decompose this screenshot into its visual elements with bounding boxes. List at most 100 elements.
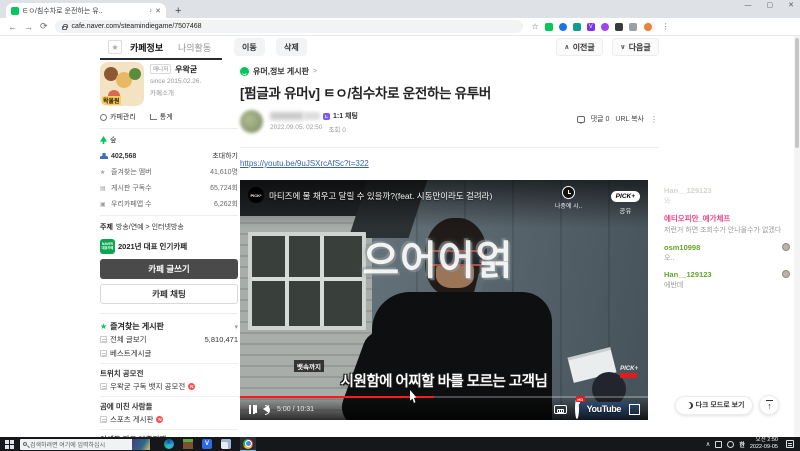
scroll-to-top-button[interactable]: ↑ <box>759 395 780 415</box>
share-button[interactable]: PICK+ 공유 <box>610 185 640 215</box>
site-security-icon[interactable] <box>61 23 69 30</box>
post-board-link[interactable]: 유머,정보 게시판 <box>253 66 309 77</box>
korean-ime-indicator[interactable]: 한 <box>739 440 745 449</box>
post-views: 조회 0 <box>328 127 346 134</box>
search-icon <box>23 442 27 446</box>
moon-icon <box>684 402 691 409</box>
tab-close-icon[interactable]: ✕ <box>155 7 161 15</box>
cafe-sidebar: 왁물원 매니저 우왁굳 since 2015.02.26. 카페소개 카페관리 … <box>100 62 238 451</box>
window-minimize-button[interactable]: — <box>745 2 752 9</box>
cafe-write-button[interactable]: 카페 글쓰기 <box>100 259 238 279</box>
member-level-icon: L <box>323 112 330 120</box>
volume-icon[interactable] <box>253 405 270 415</box>
author-name-blurred[interactable] <box>270 112 304 120</box>
one-to-one-chat-button[interactable]: 1:1 채팅 <box>333 111 358 121</box>
sidebar-board-sports[interactable]: 스포츠 게시판 N <box>100 413 238 426</box>
minecraft-app-icon[interactable] <box>183 439 193 449</box>
url-copy-button[interactable]: URL 복사 <box>615 114 644 124</box>
sidebar-board-bear-people[interactable]: 곰에 미친 사람들 <box>100 396 238 412</box>
edge-app-icon[interactable] <box>164 439 174 449</box>
tab-cafe-info[interactable]: 카페정보 <box>130 41 163 54</box>
hidden-icons-caret[interactable]: ∧ <box>706 440 711 448</box>
browser-menu-icon[interactable]: ⋮ <box>662 22 670 31</box>
cafe-favorite-star-button[interactable]: ★ <box>108 40 122 54</box>
cafe-logo-text: 왁물원 <box>102 96 121 105</box>
favorite-boards-header[interactable]: ★ 즐겨찾는 게시판 ▾ <box>100 313 238 332</box>
v-app-icon[interactable]: V <box>202 439 212 449</box>
move-post-button[interactable]: 이동 <box>234 38 265 56</box>
youtube-link[interactable]: https://youtu.be/9uJSXrcAfSc?t=322 <box>240 159 369 168</box>
document-app-icon[interactable] <box>221 439 231 449</box>
author-avatar[interactable] <box>240 110 263 133</box>
forward-button[interactable]: → <box>24 22 33 32</box>
extension-icon-purple[interactable] <box>600 22 609 31</box>
topic-path[interactable]: 방송/연예 > 인터넷방송 <box>116 222 184 232</box>
extension-icon-naver[interactable] <box>544 22 553 31</box>
tab-my-activity[interactable]: 나의활동 <box>178 41 211 54</box>
chrome-icon <box>243 438 253 449</box>
scrollbar-thumb[interactable] <box>795 38 799 148</box>
dark-mode-button[interactable]: 다크 모드로 보기 <box>674 395 754 415</box>
new-tab-button[interactable]: + <box>175 4 181 18</box>
cafe-manage-link[interactable]: 카페관리 <box>110 112 136 122</box>
chrome-app-active[interactable] <box>240 437 256 451</box>
members-icon <box>100 153 108 159</box>
url-input[interactable]: cafe.naver.com/steamindiegame/7507468 <box>54 20 523 33</box>
next-post-button[interactable]: ∨ 다음글 <box>612 38 659 56</box>
sidebar-board-all-posts[interactable]: 전체 글보기 5,810,471 <box>100 333 238 346</box>
comment-count[interactable]: 댓글 0 <box>591 114 610 124</box>
manager-name[interactable]: 우왁굳 <box>175 65 197 74</box>
bookmark-star-icon[interactable]: ☆ <box>532 22 539 31</box>
pick-channel-logo[interactable]: PICK* <box>248 187 264 203</box>
cafe-logo-image[interactable]: 왁물원 <box>100 62 144 106</box>
video-controls: 5:00 / 10:31 HD YouTube <box>240 396 648 420</box>
reload-button[interactable]: ⟳ <box>40 21 48 32</box>
window-maximize-button[interactable]: ▢ <box>767 1 774 9</box>
board-icon <box>100 383 107 390</box>
caret-down-icon[interactable]: ▾ <box>234 323 238 331</box>
tray-icon-2[interactable] <box>727 440 735 448</box>
youtube-player[interactable]: 으어어얽 PICK* 마티즈에 물 채우고 달릴 수 있을까?(feat. 시동… <box>240 180 648 420</box>
browser-tab[interactable]: ㅌㅇ/침수차로 운전하는 유.. ♪ ✕ <box>6 3 166 18</box>
taskbar-search-input[interactable]: 검색하려면 여기에 입력하십시 <box>20 438 150 450</box>
divider <box>100 215 238 216</box>
nav-underline <box>100 58 222 60</box>
board-subscribe-icon: ▤ <box>100 185 106 192</box>
new-badge: N <box>156 416 164 423</box>
invite-link[interactable]: 초대하기 <box>212 151 238 161</box>
fullscreen-icon[interactable] <box>629 404 639 414</box>
divider <box>240 147 658 148</box>
chat-message: Han__129123 와 <box>664 186 712 205</box>
sidebar-board-subscribe-badge-contest[interactable]: 우왁굳 구독 뱃지 공모전 N <box>100 380 238 393</box>
settings-gear-icon[interactable]: HD <box>574 396 585 419</box>
post-more-icon[interactable]: ⋮ <box>650 115 658 124</box>
youtube-logo[interactable]: YouTube <box>587 404 622 414</box>
tray-icon-1[interactable] <box>715 440 723 448</box>
watch-later-button[interactable]: 나중에 시.. <box>555 186 582 210</box>
tab-title: ㅌㅇ/침수차로 운전하는 유.. <box>22 7 103 15</box>
video-title[interactable]: 마티즈에 물 채우고 달릴 수 있을까?(feat. 시동만이라도 걸려라) <box>269 190 492 202</box>
extension-icon-teal[interactable] <box>572 22 581 31</box>
post-date: 2022.09.05. 02:50 <box>270 124 323 131</box>
cafe-intro-link[interactable]: 카페소개 <box>150 87 201 97</box>
extension-icon-blue[interactable] <box>558 22 567 31</box>
action-center-icon[interactable] <box>786 440 794 448</box>
app-icon: ▣ <box>100 201 106 208</box>
taskbar-clock[interactable]: 오전 2:50 2022-09-05 <box>750 437 778 450</box>
extension-icon-dark[interactable] <box>614 22 623 31</box>
cafe-chat-button[interactable]: 카페 채팅 <box>100 284 238 304</box>
cafe-stats-link[interactable]: 통계 <box>160 112 173 122</box>
page-scrollbar[interactable] <box>794 36 800 437</box>
extension-icon-v[interactable]: V <box>586 22 595 31</box>
video-top-gradient <box>240 180 648 228</box>
previous-post-button[interactable]: ∧ 이전글 <box>556 38 603 56</box>
delete-post-button[interactable]: 삭제 <box>276 38 307 56</box>
window-close-button[interactable]: ✕ <box>788 1 794 9</box>
captions-icon[interactable] <box>553 404 567 414</box>
sidebar-board-best-posts[interactable]: 베스트게시글 <box>100 347 238 360</box>
extensions-puzzle-icon[interactable] <box>628 22 637 31</box>
back-button[interactable]: ← <box>8 22 17 32</box>
sidebar-board-twitch-contest[interactable]: 트위치 공모전 <box>100 363 238 379</box>
windows-start-button[interactable] <box>5 439 14 449</box>
browser-profile-chip[interactable] <box>642 21 656 32</box>
